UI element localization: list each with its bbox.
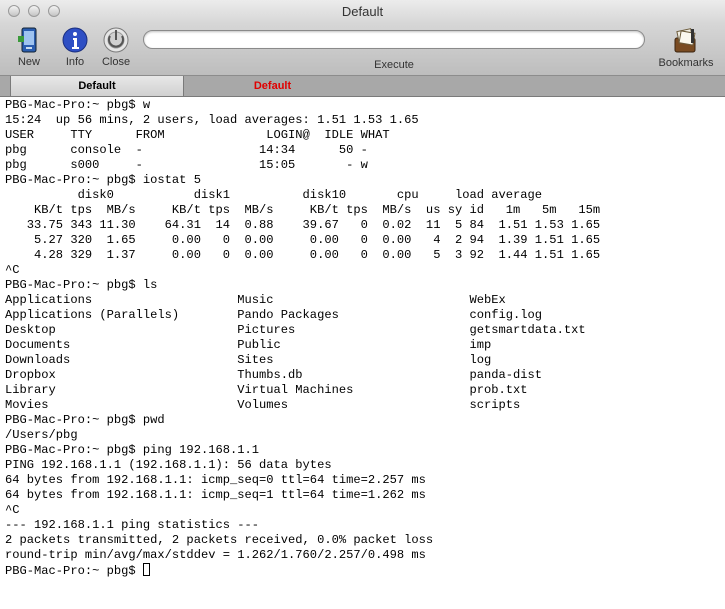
terminal-line: disk0 disk1 disk10 cpu load average xyxy=(5,188,543,202)
tab-default-inactive[interactable]: Default xyxy=(185,76,360,96)
terminal-line: pbg s000 - 15:05 - w xyxy=(5,158,368,172)
terminal-line: PBG-Mac-Pro:~ pbg$ w xyxy=(5,98,151,112)
toolbar: New Info Close Execute Bookmarks xyxy=(0,24,725,76)
terminal-line: 2 packets transmitted, 2 packets receive… xyxy=(5,533,434,547)
terminal-prompt: PBG-Mac-Pro:~ pbg$ xyxy=(5,564,143,578)
terminal-line: 15:24 up 56 mins, 2 users, load averages… xyxy=(5,113,419,127)
tab-bar: Default Default xyxy=(0,76,725,97)
terminal-line: Downloads Sites log xyxy=(5,353,492,367)
new-terminal-icon xyxy=(18,27,37,53)
terminal-line: 64 bytes from 192.168.1.1: icmp_seq=0 tt… xyxy=(5,473,426,487)
close-label: Close xyxy=(101,56,131,68)
terminal-line: PBG-Mac-Pro:~ pbg$ ls xyxy=(5,278,158,292)
terminal-line: Movies Volumes scripts xyxy=(5,398,521,412)
close-icon xyxy=(103,27,129,53)
bookmarks-label: Bookmarks xyxy=(658,57,714,69)
terminal-line: ^C xyxy=(5,503,20,517)
terminal-line: Dropbox Thumbs.db panda-dist xyxy=(5,368,543,382)
info-label: Info xyxy=(65,56,85,68)
new-label: New xyxy=(17,56,40,68)
terminal-line: pbg console - 14:34 50 - xyxy=(5,143,368,157)
terminal-line: PING 192.168.1.1 (192.168.1.1): 56 data … xyxy=(5,458,332,472)
terminal-line: Documents Public imp xyxy=(5,338,492,352)
terminal-line: 4.28 329 1.37 0.00 0 0.00 0.00 0 0.00 5 … xyxy=(5,248,601,262)
bookmarks-button[interactable]: Bookmarks xyxy=(655,26,717,69)
terminal-prompt-line: PBG-Mac-Pro:~ pbg$ xyxy=(5,563,720,578)
terminal-line: --- 192.168.1.1 ping statistics --- xyxy=(5,518,260,532)
terminal-line: Library Virtual Machines prob.txt xyxy=(5,383,528,397)
terminal-line: 64 bytes from 192.168.1.1: icmp_seq=1 tt… xyxy=(5,488,426,502)
tab-default-active[interactable]: Default xyxy=(10,76,184,96)
terminal-line: ^C xyxy=(5,263,20,277)
terminal-line: round-trip min/avg/max/stddev = 1.262/1.… xyxy=(5,548,426,562)
title-bar: Default xyxy=(0,0,725,24)
command-input[interactable] xyxy=(143,30,645,49)
window-title: Default xyxy=(341,4,384,19)
terminal-line: USER TTY FROM LOGIN@ IDLE WHAT xyxy=(5,128,390,142)
terminal-line: PBG-Mac-Pro:~ pbg$ pwd xyxy=(5,413,165,427)
terminal-line: PBG-Mac-Pro:~ pbg$ iostat 5 xyxy=(5,173,201,187)
terminal-line: Applications Music WebEx xyxy=(5,293,506,307)
terminal-window: Default New Info Close Execute Bookmarks… xyxy=(0,0,725,609)
info-button[interactable]: Info xyxy=(57,26,93,68)
new-button[interactable]: New xyxy=(11,26,47,68)
close-button[interactable]: Close xyxy=(98,26,134,68)
terminal-line: Applications (Parallels) Pando Packages … xyxy=(5,308,543,322)
execute-label: Execute xyxy=(374,59,414,71)
terminal-line: 33.75 343 11.30 64.31 14 0.88 39.67 0 0.… xyxy=(5,218,601,232)
terminal-output[interactable]: PBG-Mac-Pro:~ pbg$ w 15:24 up 56 mins, 2 … xyxy=(5,98,720,606)
terminal-line: KB/t tps MB/s KB/t tps MB/s KB/t tps MB/… xyxy=(5,203,601,217)
text-cursor xyxy=(142,563,150,576)
info-icon xyxy=(62,27,88,53)
terminal-line: /Users/pbg xyxy=(5,428,78,442)
terminal-line: PBG-Mac-Pro:~ pbg$ ping 192.168.1.1 xyxy=(5,443,260,457)
terminal-line: Desktop Pictures getsmartdata.txt xyxy=(5,323,586,337)
terminal-line: 5.27 320 1.65 0.00 0 0.00 0.00 0 0.00 4 … xyxy=(5,233,601,247)
bookmarks-icon xyxy=(674,28,696,53)
